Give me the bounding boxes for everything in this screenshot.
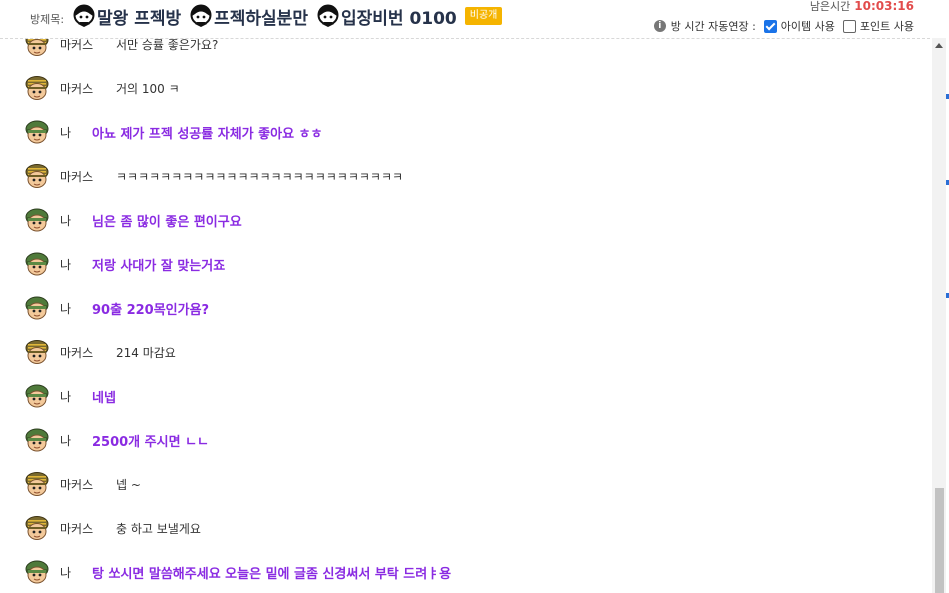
chat-message: 나 탕 쏘시면 말씀해주세요 오늘은 밑에 글좀 신경써서 부탁 드려ㅑ용 bbox=[24, 558, 904, 586]
point-use-label[interactable]: 포인트 사용 bbox=[860, 18, 914, 34]
chat-log[interactable]: 마커스 서만 승률 좋은가요? 마커스 거의 100 ㅋ 나 아뇨 제가 프젝 성공률 자… bbox=[0, 22, 930, 593]
remaining-time-label: 남은시간 bbox=[809, 0, 851, 13]
my-avatar-icon bbox=[24, 427, 50, 453]
my-avatar-icon bbox=[24, 251, 50, 277]
point-use-checkbox[interactable] bbox=[842, 19, 856, 33]
my-avatar-icon bbox=[24, 383, 50, 409]
ghost-icon bbox=[189, 4, 213, 28]
private-badge: 비공개 bbox=[464, 7, 503, 25]
message-text: 넵 ~ bbox=[116, 477, 141, 492]
message-sender: 마커스 bbox=[60, 169, 94, 184]
message-text: 님은 좀 많이 좋은 편이구요 bbox=[92, 214, 242, 230]
message-sender: 나 bbox=[60, 213, 72, 228]
message-sender: 나 bbox=[60, 301, 72, 316]
chat-scrollbar[interactable] bbox=[932, 38, 946, 593]
message-sender: 마커스 bbox=[60, 81, 94, 96]
other-avatar-icon bbox=[24, 515, 50, 541]
other-avatar-icon bbox=[24, 471, 50, 497]
chat-message: 나 저랑 사대가 잘 맞는거죠 bbox=[24, 250, 904, 278]
other-avatar-icon bbox=[24, 163, 50, 189]
message-text: ㅋㅋㅋㅋㅋㅋㅋㅋㅋㅋㅋㅋㅋㅋㅋㅋㅋㅋㅋㅋㅋㅋㅋㅋㅋㅋ bbox=[116, 169, 404, 184]
my-avatar-icon bbox=[24, 559, 50, 585]
message-sender: 마커스 bbox=[60, 477, 94, 492]
chat-message: 나 아뇨 제가 프젝 성공률 자체가 좋아요 ㅎㅎ bbox=[24, 118, 904, 146]
chat-message: 나 님은 좀 많이 좋은 편이구요 bbox=[24, 206, 904, 234]
my-avatar-icon bbox=[24, 207, 50, 233]
message-text: 네넵 bbox=[92, 390, 116, 406]
message-sender: 마커스 bbox=[60, 521, 94, 536]
message-sender: 나 bbox=[60, 565, 72, 580]
info-icon[interactable]: i bbox=[653, 20, 666, 32]
message-sender: 나 bbox=[60, 433, 72, 448]
message-sender: 나 bbox=[60, 389, 72, 404]
room-header: 방제목: 말왕 프젝방 프젝하실분만 입장비번 0100 비공개 남은시간 10:… bbox=[0, 0, 930, 39]
room-title-part: 프젝하실분만 bbox=[214, 8, 308, 29]
item-use-label[interactable]: 아이템 사용 bbox=[781, 18, 835, 34]
chat-message: 나 네넵 bbox=[24, 382, 904, 410]
chat-message: 마커스 214 마감요 bbox=[24, 338, 904, 366]
chat-message: 마커스 충 하고 보낼게요 bbox=[24, 514, 904, 542]
message-text: 저랑 사대가 잘 맞는거죠 bbox=[92, 258, 226, 274]
message-text: 아뇨 제가 프젝 성공률 자체가 좋아요 ㅎㅎ bbox=[92, 126, 323, 142]
scroll-up-icon[interactable] bbox=[935, 43, 943, 48]
room-title-label: 방제목: bbox=[30, 13, 65, 26]
chat-message: 마커스 ㅋㅋㅋㅋㅋㅋㅋㅋㅋㅋㅋㅋㅋㅋㅋㅋㅋㅋㅋㅋㅋㅋㅋㅋㅋㅋ bbox=[24, 162, 904, 190]
scroll-thumb[interactable] bbox=[935, 488, 944, 593]
room-title: 말왕 프젝방 프젝하실분만 입장비번 0100 비공개 bbox=[72, 4, 503, 29]
message-text: 214 마감요 bbox=[116, 345, 176, 360]
my-avatar-icon bbox=[24, 295, 50, 321]
chat-message: 나 2500개 주시면 ㄴㄴ bbox=[24, 426, 904, 454]
room-options: i 방 시간 자동연장 : 아이템 사용 포인트 사용 bbox=[653, 18, 914, 34]
other-avatar-icon bbox=[24, 339, 50, 365]
message-text: 거의 100 ㅋ bbox=[116, 81, 180, 96]
message-text: 탕 쏘시면 말씀해주세요 오늘은 밑에 글좀 신경써서 부탁 드려ㅑ용 bbox=[92, 566, 452, 582]
message-sender: 나 bbox=[60, 257, 72, 272]
message-sender: 나 bbox=[60, 125, 72, 140]
chat-message: 나 90출 220목인가욤? bbox=[24, 294, 904, 322]
message-text: 2500개 주시면 ㄴㄴ bbox=[92, 434, 209, 450]
my-avatar-icon bbox=[24, 119, 50, 145]
auto-extend-label: 방 시간 자동연장 : bbox=[670, 20, 756, 33]
chat-message: 마커스 거의 100 ㅋ bbox=[24, 74, 904, 102]
chat-message: 마커스 넵 ~ bbox=[24, 470, 904, 498]
message-text: 90출 220목인가욤? bbox=[92, 302, 210, 318]
room-title-part: 입장비번 0100 bbox=[340, 8, 457, 29]
remaining-time-value: 10:03:16 bbox=[854, 0, 914, 13]
remaining-time: 남은시간 10:03:16 bbox=[810, 0, 914, 14]
ghost-icon bbox=[316, 4, 340, 28]
room-title-part: 말왕 프젝방 bbox=[97, 8, 182, 29]
item-use-checkbox[interactable] bbox=[763, 19, 777, 33]
message-text: 충 하고 보낼게요 bbox=[116, 521, 201, 536]
ghost-icon bbox=[72, 4, 96, 28]
message-sender: 마커스 bbox=[60, 345, 94, 360]
other-avatar-icon bbox=[24, 75, 50, 101]
